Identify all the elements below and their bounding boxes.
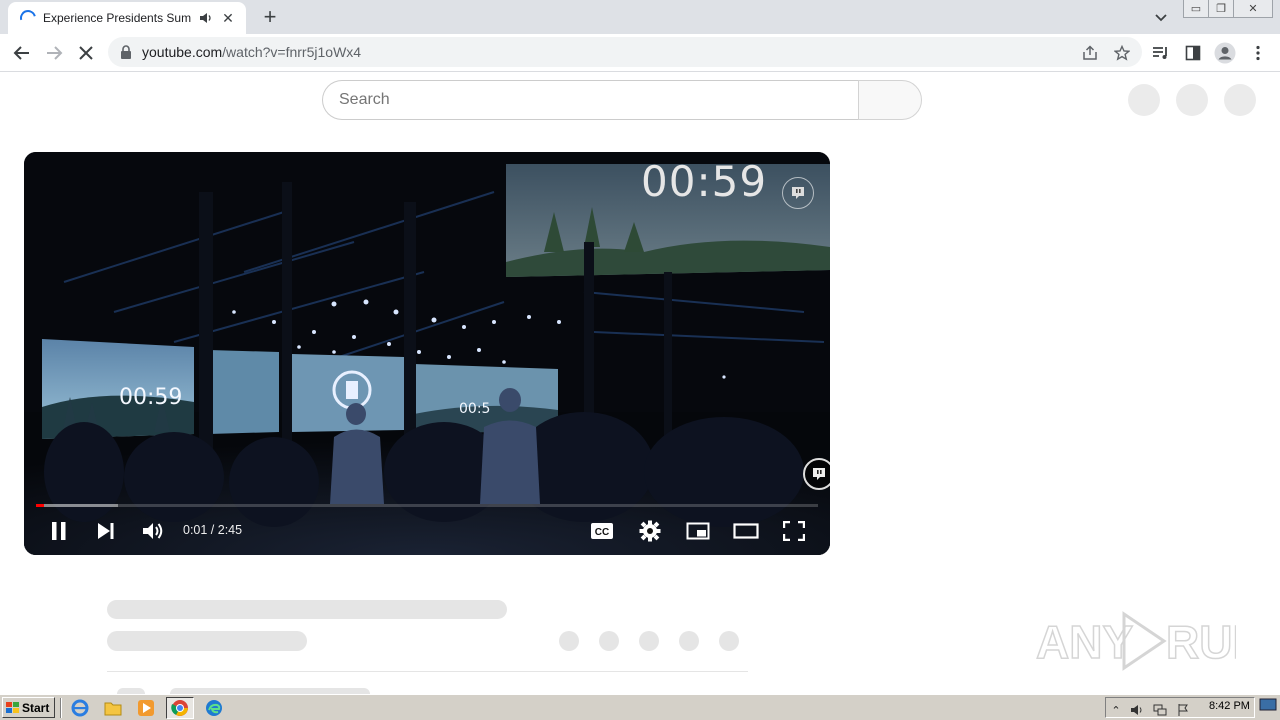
title-skeleton — [107, 600, 507, 619]
search-input[interactable] — [339, 91, 819, 109]
windows-taskbar: Start ⌃ — [0, 694, 1280, 720]
search-box[interactable] — [322, 80, 859, 120]
back-arrow-icon — [13, 46, 29, 60]
video-player[interactable]: 00:59 00:5 00:59 0:01 / 2:45 CC — [24, 152, 830, 555]
profile-avatar-icon — [1214, 42, 1236, 64]
url-path: /watch?v=fnrr5j1oWx4 — [222, 44, 362, 60]
start-button[interactable]: Start — [2, 697, 55, 718]
volume-tray-icon[interactable] — [1130, 703, 1144, 717]
browser-menu-button[interactable] — [1246, 41, 1270, 65]
kebab-menu-icon — [1256, 45, 1260, 61]
volume-icon — [143, 523, 163, 539]
masthead-placeholder-3[interactable] — [1224, 84, 1256, 116]
time-display: 0:01 / 2:45 — [183, 523, 243, 537]
tray-expand-icon[interactable]: ⌃ — [1109, 703, 1123, 717]
next-button[interactable] — [88, 516, 124, 546]
side-panel-icon — [1185, 45, 1201, 61]
action-skeleton-2 — [599, 631, 619, 651]
media-player-icon[interactable] — [132, 697, 160, 719]
url-domain: youtube.com — [142, 44, 223, 60]
side-panel-button[interactable] — [1181, 41, 1205, 65]
restore-window-button[interactable]: ❐ — [1208, 0, 1234, 18]
forward-button[interactable] — [42, 41, 66, 65]
media-controls-button[interactable] — [1149, 41, 1173, 65]
stop-loading-button[interactable] — [74, 41, 98, 65]
close-tab-icon[interactable]: ✕ — [220, 10, 236, 26]
next-icon — [98, 523, 114, 539]
bookmark-star-icon[interactable] — [1112, 43, 1132, 63]
watermark-text-any: ANY — [1036, 616, 1133, 668]
close-window-button[interactable]: ✕ — [1233, 0, 1273, 18]
progress-played — [36, 504, 44, 507]
share-icon[interactable] — [1080, 43, 1100, 63]
lock-icon[interactable] — [120, 45, 132, 59]
watermark-text-run: RUN — [1166, 616, 1236, 668]
action-center-flag-icon[interactable] — [1176, 703, 1190, 717]
settings-icon — [639, 520, 661, 542]
forward-arrow-icon — [47, 46, 63, 60]
theater-mode-button[interactable] — [728, 516, 764, 546]
loading-spinner-icon — [17, 7, 39, 29]
twitch-card-icon[interactable] — [803, 458, 830, 490]
tab-strip: Experience Presidents Summit ✕ + ▭ ❐ ✕ — [0, 0, 1280, 34]
mute-button[interactable] — [135, 516, 171, 546]
taskbar-clock: 8:42 PM — [1209, 700, 1250, 712]
tab-search-icon[interactable] — [1150, 7, 1172, 27]
explorer-icon[interactable] — [99, 697, 127, 719]
progress-bar[interactable] — [36, 504, 818, 507]
stop-icon — [79, 46, 93, 60]
chrome-icon[interactable] — [166, 697, 194, 719]
tab-title: Experience Presidents Summit — [43, 11, 191, 25]
audio-playing-icon[interactable] — [199, 11, 213, 25]
action-skeleton-5 — [719, 631, 739, 651]
browser-tab[interactable]: Experience Presidents Summit ✕ — [8, 2, 246, 34]
action-skeleton-4 — [679, 631, 699, 651]
fullscreen-button[interactable] — [776, 516, 812, 546]
screen-clock-left: 00:59 — [119, 385, 182, 410]
show-desktop-icon[interactable] — [1259, 698, 1277, 716]
address-bar[interactable]: youtube.com/watch?v=fnrr5j1oWx4 — [108, 37, 1142, 67]
cc-icon: CC — [591, 523, 613, 539]
search-button[interactable] — [858, 80, 922, 120]
media-queue-icon — [1153, 47, 1167, 59]
channel-skeleton — [107, 631, 307, 651]
miniplayer-button[interactable] — [680, 516, 716, 546]
url-text[interactable]: youtube.com/watch?v=fnrr5j1oWx4 — [142, 44, 361, 60]
new-tab-button[interactable]: + — [258, 6, 282, 30]
ie-icon[interactable] — [66, 697, 94, 719]
action-skeleton-3 — [639, 631, 659, 651]
anyrun-watermark: ANY RUN — [1036, 611, 1236, 671]
minimize-window-button[interactable]: ▭ — [1183, 0, 1209, 18]
theater-icon — [733, 523, 759, 539]
pause-icon — [52, 522, 66, 540]
pause-button[interactable] — [41, 516, 77, 546]
fullscreen-icon — [783, 521, 805, 541]
miniplayer-icon — [686, 522, 710, 540]
windows-logo-icon — [6, 701, 19, 713]
channel-watermark-icon[interactable] — [782, 177, 814, 209]
video-frame[interactable]: 00:59 00:5 — [24, 152, 830, 555]
browser-toolbar: youtube.com/watch?v=fnrr5j1oWx4 — [0, 34, 1280, 72]
svg-text:CC: CC — [595, 527, 609, 538]
progress-buffered — [36, 504, 119, 507]
video-overlay-clock: 00:59 — [641, 157, 768, 206]
quicklaunch-separator — [60, 698, 62, 718]
subtitles-button[interactable]: CC — [584, 516, 620, 546]
action-skeleton-1 — [559, 631, 579, 651]
back-button[interactable] — [10, 41, 34, 65]
screen-clock-right: 00:5 — [459, 401, 490, 417]
start-label: Start — [22, 700, 50, 715]
profile-button[interactable] — [1213, 41, 1237, 65]
masthead-placeholder-2[interactable] — [1176, 84, 1208, 116]
edge-icon[interactable] — [200, 697, 228, 719]
content-divider — [107, 671, 748, 672]
settings-button[interactable] — [632, 516, 668, 546]
network-tray-icon[interactable] — [1153, 703, 1167, 717]
masthead-placeholder-1[interactable] — [1128, 84, 1160, 116]
